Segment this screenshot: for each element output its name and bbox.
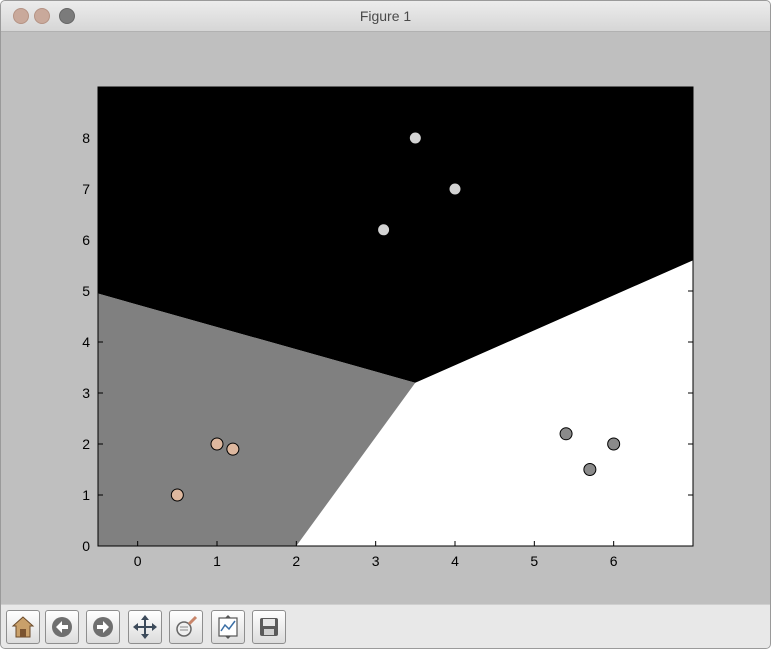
move-arrows-icon [133, 615, 157, 639]
data-point [559, 427, 573, 441]
x-tick-label: 6 [610, 553, 618, 569]
window-title: Figure 1 [359, 8, 412, 24]
x-tick-label: 4 [451, 553, 459, 569]
data-point [378, 224, 390, 236]
data-point [226, 442, 240, 456]
zoom-rectangle-icon [176, 615, 198, 637]
x-tick-label: 2 [292, 553, 300, 569]
pan-button[interactable] [128, 610, 162, 644]
home-icon [11, 616, 35, 638]
zoom-button[interactable] [169, 610, 203, 644]
back-arrow-icon [52, 617, 72, 637]
x-tick-label: 1 [213, 553, 221, 569]
y-tick-label: 6 [82, 232, 90, 248]
data-point [210, 437, 224, 451]
forward-button[interactable] [86, 610, 120, 644]
data-point [583, 463, 597, 476]
subplots-icon [218, 615, 238, 639]
data-point [170, 488, 184, 502]
navigation-toolbar [1, 604, 770, 648]
x-tick-label: 3 [372, 553, 380, 569]
title-bar[interactable]: Figure 1 [1, 1, 770, 32]
y-tick-label: 3 [82, 385, 90, 401]
data-point [607, 437, 621, 451]
y-tick-label: 5 [82, 283, 90, 299]
data-point [449, 183, 461, 195]
x-tick-label: 0 [134, 553, 142, 569]
figure-canvas[interactable]: 0 1 2 3 4 5 6 0 1 2 3 4 5 6 7 8 [1, 32, 770, 604]
forward-arrow-icon [93, 617, 113, 637]
configure-subplots-button[interactable] [211, 610, 245, 644]
figure-window: Figure 1 0 1 2 3 4 5 6 0 1 2 3 4 5 6 7 8 [0, 0, 771, 649]
y-tick-label: 4 [82, 334, 90, 350]
home-button[interactable] [6, 610, 40, 644]
save-button[interactable] [252, 610, 286, 644]
y-tick-label: 8 [82, 130, 90, 146]
y-tick-label: 7 [82, 181, 90, 197]
save-disk-icon [260, 618, 278, 636]
plot-svg: 0 1 2 3 4 5 6 0 1 2 3 4 5 6 7 8 [82, 86, 694, 569]
x-tick-label: 5 [530, 553, 538, 569]
y-tick-label: 0 [82, 538, 90, 554]
y-tick-label: 1 [82, 487, 90, 503]
data-point [409, 132, 421, 144]
back-button[interactable] [45, 610, 79, 644]
y-tick-label: 2 [82, 436, 90, 452]
